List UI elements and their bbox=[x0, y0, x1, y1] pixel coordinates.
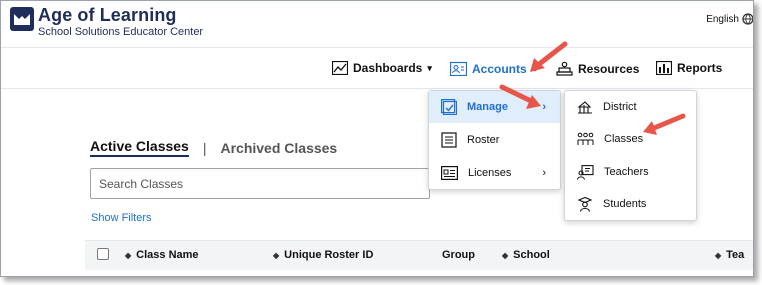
reports-icon bbox=[656, 61, 672, 75]
roster-icon bbox=[441, 132, 457, 148]
tab-separator: | bbox=[202, 139, 207, 156]
select-all-checkbox[interactable] bbox=[97, 248, 109, 260]
chart-icon bbox=[332, 61, 348, 75]
nav-reports-label: Reports bbox=[677, 61, 723, 75]
search-classes-input[interactable] bbox=[90, 168, 430, 199]
column-label: Group bbox=[442, 249, 475, 261]
nav-dashboards[interactable]: Dashboards ▾ bbox=[332, 61, 432, 75]
column-header-class-name[interactable]: ◆ Class Name bbox=[125, 249, 199, 261]
brand-name: Age of Learning bbox=[38, 5, 177, 25]
show-filters-link[interactable]: Show Filters bbox=[91, 212, 152, 224]
column-header-group[interactable]: Group bbox=[442, 249, 475, 261]
tab-archived-classes[interactable]: Archived Classes bbox=[220, 140, 337, 156]
district-icon bbox=[577, 101, 592, 114]
annotation-arrow-manage-icon bbox=[499, 84, 541, 109]
annotation-arrow-accounts-icon bbox=[530, 41, 568, 72]
column-label: Unique Roster ID bbox=[284, 249, 374, 261]
language-selector[interactable]: English bbox=[706, 14, 739, 25]
main-nav: Dashboards ▾ Accounts ▴ Resources bbox=[1, 49, 753, 89]
column-label: Class Name bbox=[136, 249, 199, 261]
chevron-down-icon: ▾ bbox=[427, 62, 432, 73]
top-header: Age of Learning School Solutions Educato… bbox=[1, 1, 753, 48]
submenu-item-students[interactable]: Students bbox=[565, 188, 696, 220]
globe-icon[interactable] bbox=[741, 11, 753, 27]
menu-item-roster[interactable]: Roster bbox=[429, 124, 560, 156]
age-of-learning-logo-icon[interactable] bbox=[9, 6, 35, 32]
annotation-arrow-classes-icon bbox=[643, 113, 686, 135]
tab-active-classes[interactable]: Active Classes bbox=[90, 138, 189, 157]
menu-item-licenses[interactable]: Licenses › bbox=[429, 157, 560, 189]
nav-dashboards-label: Dashboards bbox=[353, 61, 423, 75]
accounts-icon bbox=[450, 61, 467, 76]
sort-icon: ◆ bbox=[502, 251, 509, 260]
teachers-icon bbox=[577, 164, 594, 180]
submenu-item-label: District bbox=[603, 101, 637, 113]
column-header-school[interactable]: ◆ School bbox=[502, 249, 550, 261]
menu-item-label: Roster bbox=[467, 134, 500, 146]
licenses-icon bbox=[441, 166, 458, 180]
sort-icon: ◆ bbox=[273, 251, 280, 260]
app-window: Age of Learning School Solutions Educato… bbox=[0, 0, 754, 277]
classes-table-header: ◆ Class Name ◆ Unique Roster ID Group ◆ Sch… bbox=[85, 240, 753, 270]
chevron-right-icon: › bbox=[542, 167, 546, 179]
sort-icon: ◆ bbox=[125, 251, 132, 260]
manage-submenu: District Classes Teachers Students bbox=[564, 90, 697, 221]
nav-resources-label: Resources bbox=[578, 62, 640, 76]
column-label: School bbox=[513, 249, 550, 261]
sort-icon: ◆ bbox=[715, 251, 722, 260]
nav-accounts-label: Accounts bbox=[472, 61, 527, 76]
column-header-teacher[interactable]: ◆ Tea bbox=[715, 249, 744, 261]
nav-reports[interactable]: Reports bbox=[656, 61, 722, 75]
submenu-item-teachers[interactable]: Teachers bbox=[565, 156, 696, 188]
column-label: Tea bbox=[726, 249, 745, 261]
submenu-item-label: Students bbox=[603, 198, 647, 210]
classes-icon bbox=[577, 132, 594, 145]
manage-icon bbox=[441, 99, 457, 115]
class-tabs: Active Classes | Archived Classes bbox=[90, 138, 337, 157]
submenu-item-label: Teachers bbox=[604, 166, 649, 178]
brand-subtitle: School Solutions Educator Center bbox=[38, 26, 204, 38]
menu-item-label: Licenses bbox=[468, 167, 512, 179]
students-icon bbox=[577, 196, 593, 212]
column-header-unique-roster-id[interactable]: ◆ Unique Roster ID bbox=[273, 249, 373, 261]
